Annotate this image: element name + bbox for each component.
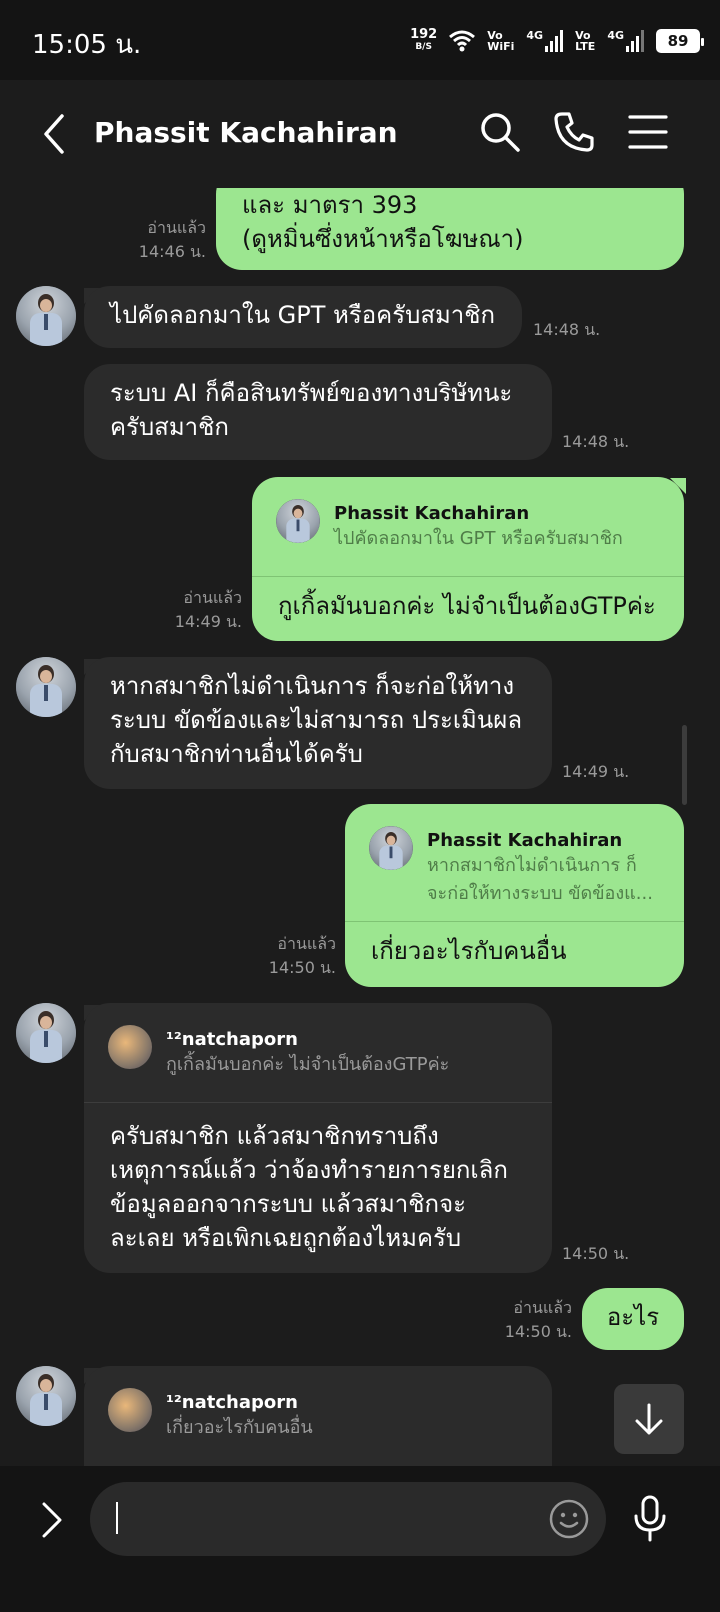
message-time: 14:49 น. <box>562 762 630 781</box>
reply-divider <box>345 921 684 922</box>
search-icon[interactable] <box>478 110 522 154</box>
back-icon[interactable] <box>36 110 76 158</box>
reply-quoted-text: ไปคัดลอกมาใน GPT หรือครับสมาชิก <box>334 528 623 549</box>
signal-bars-icon <box>545 30 564 52</box>
network-speed: 192 B/S <box>410 27 438 52</box>
message-bubble-incoming[interactable]: หากสมาชิกไม่ดำเนินการ ก็จะก่อให้ทาง ระบบ… <box>84 657 552 789</box>
reply-avatar <box>369 826 413 870</box>
chat-area[interactable]: และ มาตรา 393 (ดูหมิ่นซึ่งหน้าหรือโฆษณา)… <box>0 188 720 1510</box>
message-bubble-outgoing-reply[interactable]: Phassit Kachahiran ไปคัดลอกมาใน GPT หรือ… <box>252 477 684 641</box>
message-text: ครับสมาชิก แล้วสมาชิกทราบถึง เหตุการณ์แล… <box>110 1122 508 1252</box>
reply-avatar <box>276 499 320 543</box>
vowifi-label: Vo WiFi <box>487 29 515 53</box>
avatar[interactable] <box>16 1003 76 1063</box>
message-time: 14:48 น. <box>562 432 630 451</box>
scrollbar[interactable] <box>682 725 687 805</box>
message-meta: อ่านแล้ว 14:46 น. <box>138 218 206 261</box>
volte-label: Vo LTE <box>575 29 596 53</box>
chevron-right-icon[interactable] <box>36 1498 68 1542</box>
message-bubble-outgoing[interactable]: อะไร <box>582 1288 684 1350</box>
message-bubble-incoming-reply[interactable]: ¹²natchaporn กูเกิ้ลมันบอกค่ะ ไม่จำเป็นต… <box>84 1003 552 1273</box>
reply-preview[interactable]: ¹²natchaporn กูเกิ้ลมันบอกค่ะ ไม่จำเป็นต… <box>84 1003 552 1103</box>
reply-avatar <box>108 1388 152 1432</box>
chat-title[interactable]: Phassit Kachahiran <box>94 116 398 149</box>
menu-icon[interactable] <box>626 110 670 154</box>
wifi-icon <box>449 30 476 52</box>
status-icons: 192 B/S Vo WiFi 4G Vo LTE 4G 89 <box>410 24 704 58</box>
avatar[interactable] <box>16 286 76 346</box>
scroll-to-bottom-button[interactable] <box>614 1384 684 1454</box>
arrow-down-icon <box>635 1403 663 1435</box>
message-meta: อ่านแล้ว 14:50 น. <box>504 1298 572 1341</box>
status-bar: 15:05 น. 192 B/S Vo WiFi 4G Vo LTE 4G 89 <box>0 0 720 80</box>
message-bubble-incoming[interactable]: ไปคัดลอกมาใน GPT หรือครับสมาชิก <box>84 286 522 348</box>
reply-quoted-text: กูเกิ้ลมันบอกค่ะ ไม่จำเป็นต้องGTPค่ะ <box>166 1054 450 1075</box>
message-bubble-outgoing-reply[interactable]: Phassit Kachahiran หากสมาชิกไม่ดำเนินการ… <box>345 804 684 987</box>
emoji-icon[interactable] <box>548 1498 590 1540</box>
message-meta: อ่านแล้ว 14:50 น. <box>268 934 336 977</box>
message-bubble-outgoing[interactable]: และ มาตรา 393 (ดูหมิ่นซึ่งหน้าหรือโฆษณา) <box>216 188 684 270</box>
reply-divider <box>84 1102 552 1103</box>
reply-divider <box>252 576 684 577</box>
reply-preview[interactable]: Phassit Kachahiran ไปคัดลอกมาใน GPT หรือ… <box>252 477 684 577</box>
reply-quoted-text: หากสมาชิกไม่ดำเนินการ ก็ จะก่อให้ทางระบบ… <box>427 855 653 904</box>
message-bubble-incoming[interactable]: ระบบ AI ก็คือสินทรัพย์ของทางบริษัทนะ ครั… <box>84 364 552 460</box>
chat-header: Phassit Kachahiran <box>0 80 720 188</box>
signal-bars-icon <box>626 30 644 52</box>
message-input[interactable] <box>90 1482 606 1556</box>
avatar[interactable] <box>16 657 76 717</box>
signal-2: 4G <box>607 30 644 52</box>
reply-quoted-text: เกี่ยวอะไรกับคนอื่น <box>166 1417 313 1438</box>
reply-preview[interactable]: Phassit Kachahiran หากสมาชิกไม่ดำเนินการ… <box>345 804 684 922</box>
message-time: 14:50 น. <box>562 1244 630 1263</box>
text-caret <box>116 1502 118 1534</box>
reply-avatar <box>108 1025 152 1069</box>
reply-preview[interactable]: ¹²natchaporn เกี่ยวอะไรกับคนอื่น <box>84 1366 552 1466</box>
message-input-bar <box>0 1466 720 1612</box>
message-text: เกี่ยวอะไรกับคนอื่น <box>371 937 567 965</box>
status-time: 15:05 น. <box>32 30 142 60</box>
signal-1: 4G <box>526 30 564 52</box>
message-time: 14:48 น. <box>533 320 601 339</box>
avatar[interactable] <box>16 1366 76 1426</box>
microphone-icon[interactable] <box>630 1494 670 1544</box>
battery-icon: 89 <box>656 29 704 53</box>
phone-icon[interactable] <box>552 110 596 154</box>
message-meta: อ่านแล้ว 14:49 น. <box>174 588 242 631</box>
message-text: กูเกิ้ลมันบอกค่ะ ไม่จำเป็นต้องGTPค่ะ <box>278 592 656 620</box>
